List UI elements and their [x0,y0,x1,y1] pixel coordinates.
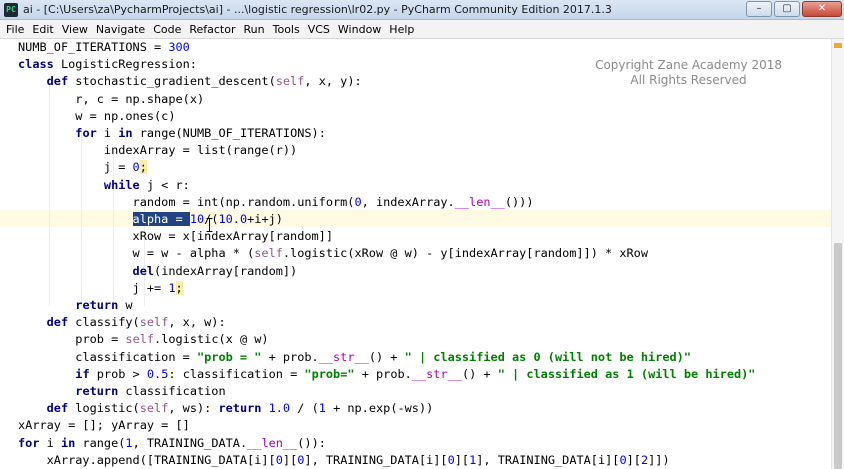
code-line-13[interactable]: w = w - alpha * (self.logistic(xRow @ w)… [18,245,648,262]
scrollbar-thumb[interactable] [834,243,842,469]
maximize-button[interactable]: ▢ [774,1,800,17]
code-line-7[interactable]: indexArray = list(range(r)) [18,142,297,159]
code-line-18[interactable]: prob = self.logistic(x @ w) [18,331,268,348]
text-cursor-icon [206,218,213,232]
window-title: ai - [C:\Users\za\PycharmProjects\ai] - … [23,3,612,16]
window-controls: – ▢ ✕ [746,1,842,17]
menu-file[interactable]: File [2,20,28,39]
code-line-15[interactable]: j += 1; [18,280,183,297]
title-bar: PC ai - [C:\Users\za\PycharmProjects\ai]… [0,0,844,20]
pycharm-app-icon[interactable]: PC [4,2,18,17]
watermark-line-1: Copyright Zane Academy 2018 [595,58,782,72]
minimize-button[interactable]: – [746,1,772,17]
vertical-scrollbar[interactable] [831,39,844,469]
code-line-6[interactable]: for i in range(NUMB_OF_ITERATIONS): [18,125,326,142]
code-line-2[interactable]: class LogisticRegression: [18,56,197,73]
close-button[interactable]: ✕ [802,1,842,17]
code-line-5[interactable]: w = np.ones(c) [18,108,175,125]
code-line-22[interactable]: def logistic(self, ws): return 1.0 / (1 … [18,400,434,417]
watermark-line-2: All Rights Reserved [630,73,747,87]
menu-run[interactable]: Run [240,20,269,39]
menu-edit[interactable]: Edit [28,20,57,39]
menu-refactor[interactable]: Refactor [185,20,239,39]
menu-help[interactable]: Help [385,20,418,39]
code-line-20[interactable]: if prob > 0.5: classification = "prob=" … [18,366,755,383]
menu-tools[interactable]: Tools [269,20,304,39]
code-line-19[interactable]: classification = "prob = " + prob.__str_… [18,349,691,366]
code-line-11[interactable]: alpha = 10/(10.0+i+j) [18,211,283,228]
code-line-1[interactable]: NUMB_OF_ITERATIONS = 300 [18,39,190,56]
text-selection: alpha = [132,212,190,226]
code-line-24[interactable]: for i in range(1, TRAINING_DATA.__len__(… [18,435,326,452]
code-line-17[interactable]: def classify(self, x, w): [18,314,226,331]
menu-navigate[interactable]: Navigate [92,20,149,39]
code-line-23[interactable]: xArray = []; yArray = [] [18,417,190,434]
code-line-14[interactable]: del(indexArray[random]) [18,263,298,280]
scroll-warning-marker[interactable] [834,43,842,48]
menu-window[interactable]: Window [334,20,385,39]
code-line-4[interactable]: r, c = np.shape(x) [18,91,204,108]
code-line-12[interactable]: xRow = x[indexArray[random]] [18,228,333,245]
code-editor[interactable]: NUMB_OF_ITERATIONS = 300 class LogisticR… [0,39,831,469]
code-line-9[interactable]: while j < r: [18,177,190,194]
code-line-10[interactable]: random = int(np.random.uniform(0, indexA… [18,194,534,211]
code-line-16[interactable]: return w [18,297,132,314]
menu-view[interactable]: View [58,20,92,39]
menu-code[interactable]: Code [149,20,185,39]
code-line-8[interactable]: j = 0; [18,159,147,176]
menu-bar: File Edit View Navigate Code Refactor Ru… [0,20,844,39]
code-line-25[interactable]: xArray.append([TRAINING_DATA[i][0][0], T… [18,452,670,469]
copyright-watermark: Copyright Zane Academy 2018 All Rights R… [595,58,782,88]
code-line-21[interactable]: return classification [18,383,225,400]
code-line-3[interactable]: def stochastic_gradient_descent(self, x,… [18,73,362,90]
menu-vcs[interactable]: VCS [304,20,334,39]
